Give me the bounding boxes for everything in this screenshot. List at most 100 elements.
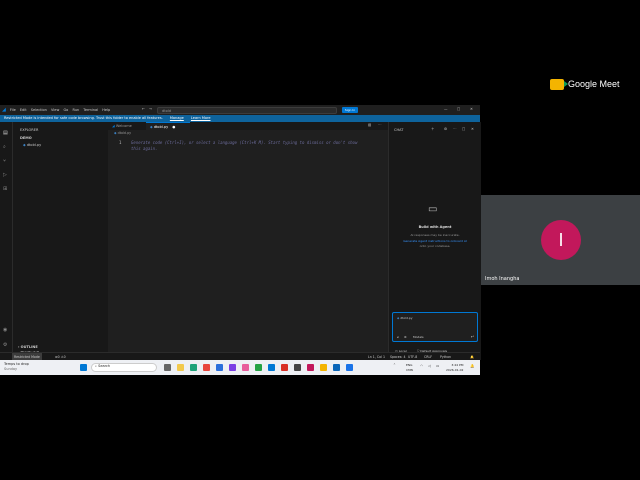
extensions-icon[interactable]: ⊞ xyxy=(3,186,9,192)
python-file-icon: ◆ xyxy=(150,125,153,129)
taskbar-search-text: Search xyxy=(98,364,111,368)
menu-help[interactable]: Help xyxy=(102,108,110,112)
banner-text: Restricted Mode is intended for safe cod… xyxy=(4,116,163,120)
folder-demo[interactable]: DEMO xyxy=(20,136,32,140)
tray-chevron-icon[interactable]: ⌃ xyxy=(393,363,396,367)
explorer-title: EXPLORER xyxy=(20,128,39,132)
clock-date: 2026-01-02 xyxy=(446,367,464,372)
menu-view[interactable]: View xyxy=(51,108,59,112)
settings-gear-icon[interactable]: ⚙ xyxy=(3,342,9,348)
menu-run[interactable]: Run xyxy=(72,108,79,112)
vscode-logo-icon: ◢ xyxy=(2,107,6,113)
banner-learn-more-link[interactable]: Learn More xyxy=(191,116,211,120)
app-icon-4[interactable] xyxy=(268,364,275,371)
source-control-icon[interactable]: ⑂ xyxy=(3,158,9,164)
volume-icon[interactable]: ◁ xyxy=(428,364,431,368)
chat-heading: Build with Agent xyxy=(418,225,452,229)
explorer-panel: EXPLORER DEMO ◆ dtold.py › OUTLINE › TIM… xyxy=(13,122,108,360)
taskbar-search[interactable]: ⌕ Search xyxy=(91,363,157,372)
maximize-panel-icon[interactable]: □ xyxy=(462,127,465,131)
maximize-icon[interactable]: □ xyxy=(457,107,460,111)
close-panel-icon[interactable]: ✕ xyxy=(471,127,474,131)
back-arrow-icon[interactable]: ← xyxy=(142,107,145,111)
wifi-icon[interactable]: ◠ xyxy=(420,364,423,368)
account-icon[interactable]: ◉ xyxy=(3,327,9,333)
close-icon[interactable]: ✕ xyxy=(470,107,473,111)
app-icon-3[interactable] xyxy=(255,364,262,371)
tab-label: Welcome xyxy=(115,124,132,128)
task-view-icon[interactable] xyxy=(164,364,171,371)
command-center-search[interactable]: dtold xyxy=(157,106,337,114)
sign-in-button[interactable]: Sign In xyxy=(342,107,358,113)
attach-icon[interactable]: ⌀ xyxy=(397,335,399,339)
run-debug-icon[interactable]: ▷ xyxy=(3,172,9,178)
shared-screen: ◢ File Edit Selection View Go Run Termin… xyxy=(0,105,481,375)
chevron-right-icon: › xyxy=(18,345,20,349)
tab-welcome[interactable]: ◢ Welcome xyxy=(108,122,150,130)
chat-disclaimer: AI responses may be inaccurate. xyxy=(410,233,460,237)
context-chip[interactable]: ◆ dtold.py xyxy=(397,316,413,320)
tools-icon[interactable]: ⚙ xyxy=(404,335,407,339)
battery-icon[interactable]: ▭ xyxy=(436,364,439,368)
vscode-taskbar-icon[interactable] xyxy=(333,364,340,371)
app-icon-5[interactable] xyxy=(281,364,288,371)
chat-more-icon[interactable]: ⋯ xyxy=(453,127,457,131)
menu-edit[interactable]: Edit xyxy=(20,108,27,112)
app-icon-9[interactable] xyxy=(346,364,353,371)
meet-camera-icon xyxy=(550,78,568,90)
outline-label: OUTLINE xyxy=(20,345,38,349)
chat-panel: CHAT ＋ ⚙ ⋯ □ ✕ ▭ Build with Agent AI res… xyxy=(388,122,481,360)
generate-instructions-link[interactable]: Generate Agent instructions to onboard A… xyxy=(389,239,481,243)
new-chat-icon[interactable]: ＋ xyxy=(431,127,435,132)
meet-brand: Google Meet xyxy=(568,79,620,89)
model-picker[interactable]: Models xyxy=(413,335,424,339)
app-icon-6[interactable] xyxy=(294,364,301,371)
participant-avatar: I xyxy=(541,220,581,260)
more-actions-icon[interactable]: ⋯ xyxy=(378,123,382,127)
file-explorer-icon[interactable] xyxy=(177,364,184,371)
minimize-icon[interactable]: — xyxy=(444,107,448,111)
editor[interactable]: ◆ dtold.py 1 Generate code (Ctrl+I), or … xyxy=(108,130,388,360)
warning-count: 0 xyxy=(63,355,66,359)
app-icon-8[interactable] xyxy=(320,364,327,371)
search-icon[interactable]: ⌕ xyxy=(3,144,9,150)
participant-name: Imoh Inangha xyxy=(485,276,520,282)
chat-settings-icon[interactable]: ⚙ xyxy=(444,127,447,131)
chat-input[interactable]: ◆ dtold.py ⌀ ⚙ Models ↵ xyxy=(392,312,478,342)
title-bar: ◢ File Edit Selection View Go Run Termin… xyxy=(0,105,480,115)
banner-manage-link[interactable]: Manage xyxy=(170,116,184,120)
search-icon: ⌕ xyxy=(95,364,97,368)
app-icon-7[interactable] xyxy=(307,364,314,371)
app-icon-2[interactable] xyxy=(242,364,249,371)
menu-go[interactable]: Go xyxy=(63,108,68,112)
split-editor-icon[interactable]: ▥ xyxy=(368,123,371,127)
edge-icon[interactable] xyxy=(190,364,197,371)
python-file-icon: ◆ xyxy=(397,316,400,320)
store-icon[interactable] xyxy=(216,364,223,371)
weather-widget[interactable]: Temps to drop Sunday xyxy=(4,362,29,372)
placeholder-line-1: Generate code (Ctrl+I), or select a lang… xyxy=(131,140,358,145)
windows-start-icon[interactable] xyxy=(80,364,87,371)
explorer-icon[interactable]: ▤ xyxy=(3,130,9,136)
file-name: dtold.py xyxy=(26,143,42,147)
menu-terminal[interactable]: Terminal xyxy=(83,108,98,112)
send-icon[interactable]: ↵ xyxy=(471,334,474,339)
notification-center-icon[interactable]: 🔔 xyxy=(470,364,474,368)
status-bar: Restricted Mode ⊗0 ⚠0 Ln 1, Col 1 Spaces… xyxy=(0,352,480,361)
activity-bar: ▤ ⌕ ⑂ ▷ ⊞ ◉ ⚙ xyxy=(0,122,13,360)
forward-arrow-icon[interactable]: → xyxy=(149,107,152,111)
weather-sub: Sunday xyxy=(4,367,18,371)
welcome-tab-icon: ◢ xyxy=(112,124,115,128)
menu-selection[interactable]: Selection xyxy=(31,108,47,112)
outline-section[interactable]: › OUTLINE xyxy=(18,345,38,349)
editor-placeholder: Generate code (Ctrl+I), or select a lang… xyxy=(131,140,361,152)
unsaved-dot-icon[interactable]: ● xyxy=(172,125,175,129)
language-indicator[interactable]: ENG CMN xyxy=(406,363,413,372)
menu-bar: File Edit Selection View Go Run Terminal… xyxy=(10,108,113,112)
menu-file[interactable]: File xyxy=(10,108,16,112)
clock[interactable]: 3:44 PM 2026-01-02 xyxy=(446,363,463,372)
app-icon-1[interactable] xyxy=(229,364,236,371)
restricted-mode-banner: Restricted Mode is intended for safe cod… xyxy=(0,115,480,122)
file-item-dtold[interactable]: ◆ dtold.py xyxy=(23,143,41,147)
chrome-icon[interactable] xyxy=(203,364,210,371)
